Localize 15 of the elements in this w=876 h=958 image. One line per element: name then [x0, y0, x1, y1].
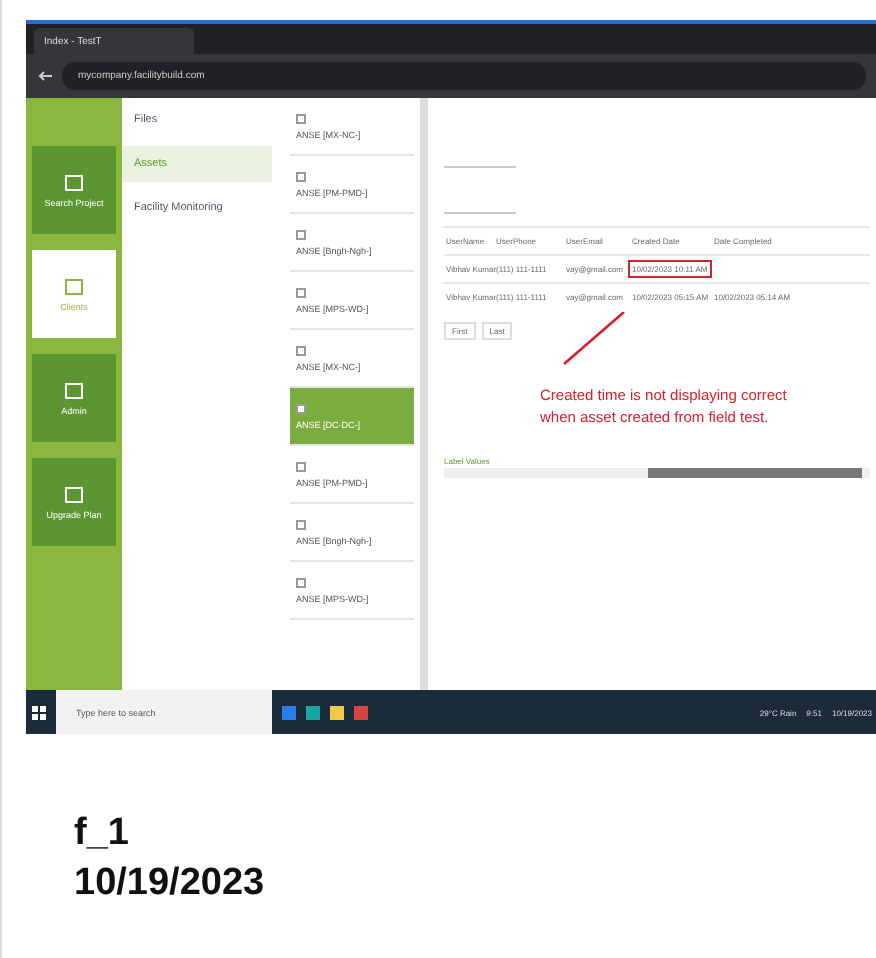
checkbox[interactable] — [296, 577, 306, 587]
checkbox[interactable] — [296, 345, 306, 355]
checkbox[interactable] — [296, 461, 306, 471]
input-field[interactable] — [444, 166, 516, 214]
back-arrow-icon[interactable] — [38, 70, 52, 82]
checkbox[interactable] — [296, 519, 306, 529]
app-icon[interactable] — [354, 705, 368, 719]
windows-icon[interactable] — [32, 705, 46, 719]
caption-date: 10/19/2023 — [74, 859, 267, 908]
checkbox[interactable] — [296, 113, 306, 123]
checkbox[interactable] — [296, 229, 306, 239]
checkbox[interactable] — [296, 403, 306, 413]
checkbox[interactable] — [296, 171, 306, 181]
caption-title: f_1 — [74, 810, 131, 858]
checkbox[interactable] — [296, 287, 306, 297]
